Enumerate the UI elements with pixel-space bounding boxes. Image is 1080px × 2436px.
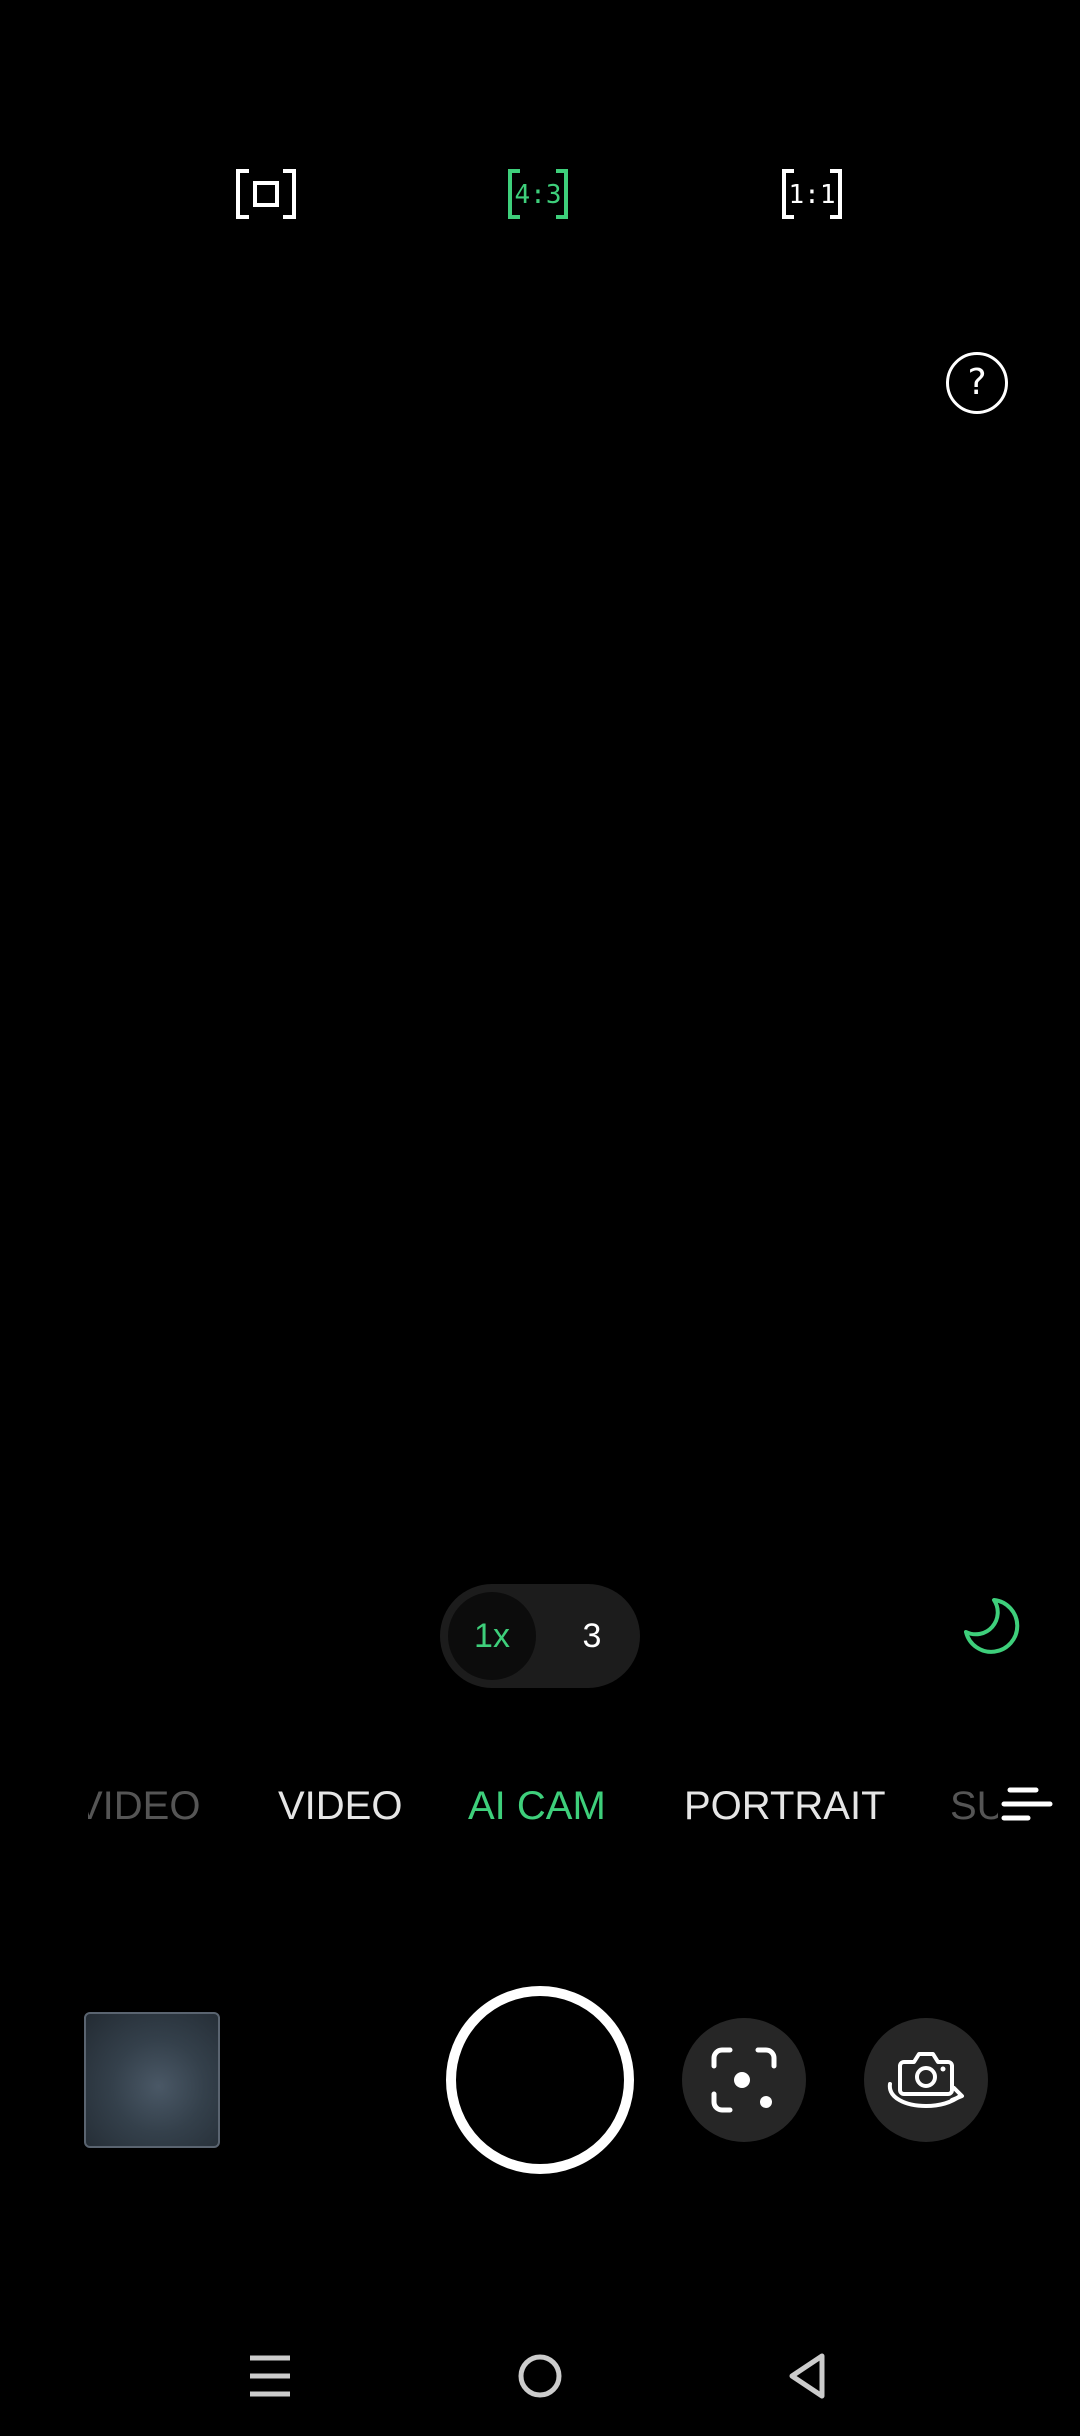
mode-label: VIDEO: [88, 1784, 201, 1828]
shutter-button[interactable]: [446, 1986, 634, 2174]
zoom-3x-button[interactable]: 3: [548, 1592, 636, 1680]
full-frame-icon: [236, 169, 296, 219]
help-icon: ?: [967, 362, 987, 403]
zoom-1x-button[interactable]: 1x: [448, 1592, 536, 1680]
mode-label: VIDEO: [278, 1784, 403, 1828]
mode-label: PORTRAIT: [684, 1784, 886, 1828]
zoom-3x-label: 3: [582, 1616, 602, 1655]
lens-button[interactable]: [682, 2018, 806, 2142]
ratio-1-1-label: 1:1: [789, 180, 836, 210]
google-lens-icon: [711, 2047, 777, 2113]
aspect-4-3-button[interactable]: 4:3: [506, 166, 570, 222]
nav-recents-button[interactable]: [240, 2346, 300, 2406]
aspect-full-button[interactable]: [234, 166, 298, 222]
ratio-4-3-icon: 4:3: [508, 169, 568, 219]
flip-camera-button[interactable]: [864, 2018, 988, 2142]
mode-video[interactable]: VIDEO: [278, 1780, 402, 1832]
more-modes-button[interactable]: [1000, 1780, 1056, 1832]
mode-label: SU: [950, 1784, 998, 1828]
zoom-selector: 1x 3: [440, 1584, 640, 1688]
mode-video-left[interactable]: VIDEO: [88, 1780, 206, 1832]
gallery-thumbnail[interactable]: [84, 2012, 220, 2148]
mode-super[interactable]: SU: [950, 1780, 998, 1832]
zoom-1x-label: 1x: [474, 1616, 510, 1655]
home-icon: [518, 2354, 562, 2398]
nav-home-button[interactable]: [510, 2346, 570, 2406]
night-mode-button[interactable]: [956, 1592, 1024, 1660]
flip-camera-icon: [887, 2052, 964, 2109]
back-icon: [789, 2353, 825, 2399]
more-modes-icon: [1001, 1787, 1053, 1821]
ratio-4-3-label: 4:3: [515, 180, 562, 210]
moon-icon: [964, 1598, 1020, 1654]
help-button[interactable]: ?: [946, 352, 1008, 414]
aspect-1-1-button[interactable]: 1:1: [780, 166, 844, 222]
mode-label: AI CAM: [468, 1784, 606, 1828]
mode-portrait[interactable]: PORTRAIT: [684, 1780, 886, 1832]
mode-ai-cam[interactable]: AI CAM: [468, 1780, 606, 1832]
recents-icon: [250, 2355, 290, 2397]
nav-back-button[interactable]: [778, 2346, 838, 2406]
ratio-1-1-icon: 1:1: [782, 169, 842, 219]
